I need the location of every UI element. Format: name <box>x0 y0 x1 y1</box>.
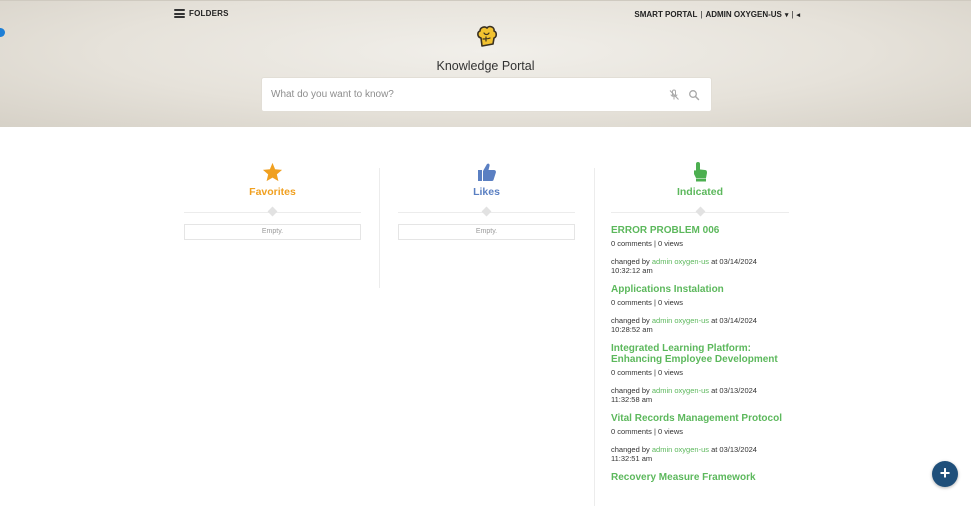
item-title-link[interactable]: Applications Instalation <box>611 284 789 295</box>
item-changed-info: changed by admin oxygen-us at 03/14/2024… <box>611 257 757 275</box>
user-menu[interactable]: ADMIN OXYGEN-US <box>705 10 781 19</box>
list-item: Recovery Measure Framework <box>611 472 789 483</box>
collapse-arrow-icon[interactable]: ◂ <box>796 11 800 19</box>
likes-title: Likes <box>473 186 500 198</box>
list-item: Applications Instalation 0 comments | 0 … <box>611 284 789 334</box>
item-title-link[interactable]: Vital Records Management Protocol <box>611 413 789 424</box>
chevron-down-icon[interactable]: ▾ <box>785 11 789 19</box>
folders-menu-button[interactable]: FOLDERS <box>174 9 229 18</box>
favorites-title: Favorites <box>249 186 296 198</box>
microphone-off-icon[interactable] <box>667 88 681 102</box>
indicated-list: ERROR PROBLEM 006 0 comments | 0 views c… <box>611 225 789 483</box>
user-link[interactable]: admin oxygen-us <box>652 316 709 325</box>
pointing-hand-icon <box>611 160 789 182</box>
search-bar <box>262 78 711 111</box>
page-title: Knowledge Portal <box>436 59 535 73</box>
nav-separator-2: | <box>791 10 794 19</box>
favorites-empty-state: Empty. <box>184 224 361 240</box>
item-stats: 0 comments | 0 views <box>611 298 683 307</box>
item-title-link[interactable]: Integrated Learning Platform: Enhancing … <box>611 343 789 365</box>
likes-empty-state: Empty. <box>398 224 575 240</box>
section-divider <box>611 206 789 218</box>
star-icon <box>184 160 361 182</box>
add-button[interactable]: + <box>932 461 958 487</box>
item-changed-info: changed by admin oxygen-us at 03/13/2024… <box>611 386 757 404</box>
top-right-nav: SMART PORTAL | ADMIN OXYGEN-US ▾ | ◂ <box>634 10 800 19</box>
item-stats: 0 comments | 0 views <box>611 368 683 377</box>
indicated-column: Indicated ERROR PROBLEM 006 0 comments |… <box>611 160 789 492</box>
list-item: Integrated Learning Platform: Enhancing … <box>611 343 789 404</box>
thumbs-up-icon <box>398 160 575 182</box>
search-input[interactable] <box>271 89 667 100</box>
brain-logo-icon <box>477 25 498 47</box>
section-divider <box>184 206 361 218</box>
item-stats: 0 comments | 0 views <box>611 427 683 436</box>
user-link[interactable]: admin oxygen-us <box>652 386 709 395</box>
hamburger-icon <box>174 9 185 18</box>
list-item: Vital Records Management Protocol 0 comm… <box>611 413 789 463</box>
smart-portal-link[interactable]: SMART PORTAL <box>634 10 697 19</box>
item-title-link[interactable]: Recovery Measure Framework <box>611 472 789 483</box>
item-stats: 0 comments | 0 views <box>611 239 683 248</box>
indicated-title: Indicated <box>676 186 724 198</box>
column-separator <box>379 168 380 288</box>
section-divider <box>398 206 575 218</box>
user-link[interactable]: admin oxygen-us <box>652 445 709 454</box>
item-title-link[interactable]: ERROR PROBLEM 006 <box>611 225 789 236</box>
column-separator <box>594 168 595 506</box>
folders-label: FOLDERS <box>189 9 229 18</box>
item-changed-info: changed by admin oxygen-us at 03/14/2024… <box>611 316 757 334</box>
likes-column: Likes Empty. <box>398 160 575 240</box>
search-icon[interactable] <box>687 88 701 102</box>
list-item: ERROR PROBLEM 006 0 comments | 0 views c… <box>611 225 789 275</box>
favorites-column: Favorites Empty. <box>184 160 361 240</box>
item-changed-info: changed by admin oxygen-us at 03/13/2024… <box>611 445 757 463</box>
user-link[interactable]: admin oxygen-us <box>652 257 709 266</box>
nav-separator: | <box>700 10 703 19</box>
